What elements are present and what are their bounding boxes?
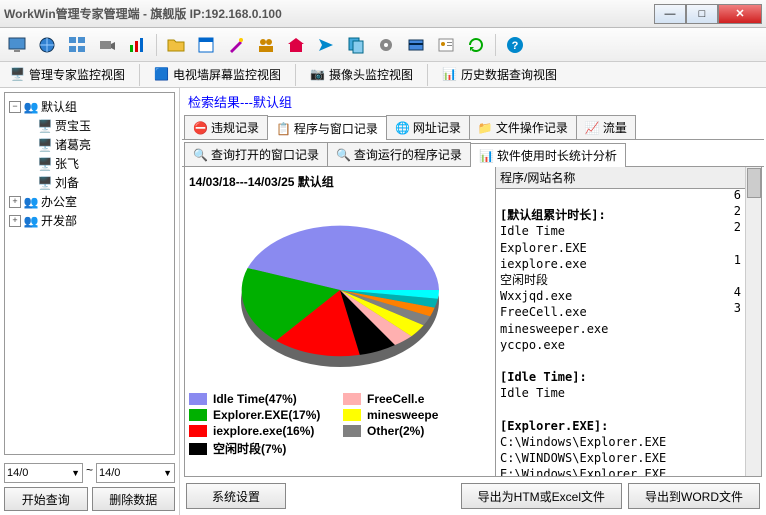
- record-tabs: ⛔违规记录 📋程序与窗口记录 🌐网址记录 📁文件操作记录 📈流量: [182, 113, 764, 140]
- legend-item: FreeCell.e: [343, 392, 491, 406]
- help-icon[interactable]: ?: [502, 32, 528, 58]
- close-button[interactable]: ✕: [718, 4, 762, 24]
- footer-buttons: 系统设置 导出为HTM或Excel文件 导出到WORD文件: [182, 477, 764, 513]
- program-list[interactable]: 程序/网站名称 [默认组累计时长]: Idle Time Explorer.EX…: [495, 167, 761, 476]
- tab-program-window[interactable]: 📋程序与窗口记录: [267, 116, 387, 140]
- main-toolbar: ?: [0, 28, 766, 62]
- tree-user[interactable]: 🖥️贾宝玉: [9, 116, 170, 135]
- tree-user[interactable]: 🖥️刘备: [9, 173, 170, 192]
- camera-icon[interactable]: [94, 32, 120, 58]
- value-column: 6 2 2 1 4 3: [734, 187, 741, 317]
- computer-tree[interactable]: −👥默认组 🖥️贾宝玉 🖥️诸葛亮 🖥️张飞 🖥️刘备 +👥办公室 +👥开发部: [4, 92, 175, 455]
- search-result-line: 检索结果---默认组: [182, 90, 764, 113]
- left-panel: −👥默认组 🖥️贾宝玉 🖥️诸葛亮 🖥️张飞 🖥️刘备 +👥办公室 +👥开发部 …: [0, 88, 180, 515]
- date-from[interactable]: 14/0▼: [4, 463, 83, 483]
- delete-data-button[interactable]: 删除数据: [92, 487, 176, 511]
- legend-item: minesweepe: [343, 408, 491, 422]
- tree-user[interactable]: 🖥️诸葛亮: [9, 135, 170, 154]
- chart-area: 14/03/18---14/03/25 默认组: [185, 167, 495, 476]
- refresh-icon[interactable]: [463, 32, 489, 58]
- monitor-icon[interactable]: [4, 32, 30, 58]
- list-header: 程序/网站名称: [496, 167, 761, 189]
- tab-wall-view[interactable]: 🟦电视墙屏幕监控视图: [148, 64, 287, 85]
- minimize-button[interactable]: —: [654, 4, 686, 24]
- title-bar: WorkWin管理专家管理端 - 旗舰版 IP:192.168.0.100 — …: [0, 0, 766, 28]
- subtab-windows[interactable]: 🔍查询打开的窗口记录: [184, 142, 328, 166]
- table-icon[interactable]: [193, 32, 219, 58]
- vertical-scrollbar[interactable]: [745, 167, 761, 476]
- globe-icon[interactable]: [34, 32, 60, 58]
- right-panel: 检索结果---默认组 ⛔违规记录 📋程序与窗口记录 🌐网址记录 📁文件操作记录 …: [180, 88, 766, 515]
- chart-legend: Idle Time(47%) FreeCell.e Explorer.EXE(1…: [189, 392, 491, 457]
- chart-header: 14/03/18---14/03/25 默认组: [189, 171, 491, 192]
- view-tabs: 🖥️管理专家监控视图 🟦电视墙屏幕监控视图 📷摄像头监控视图 📊历史数据查询视图: [0, 62, 766, 88]
- legend-item: Other(2%): [343, 424, 491, 438]
- legend-item: Idle Time(47%): [189, 392, 337, 406]
- id-icon[interactable]: [433, 32, 459, 58]
- export-htm-excel-button[interactable]: 导出为HTM或Excel文件: [461, 483, 622, 509]
- gear-icon[interactable]: [373, 32, 399, 58]
- tree-group-office[interactable]: +👥办公室: [9, 192, 170, 211]
- tab-admin-view[interactable]: 🖥️管理专家监控视图: [4, 64, 131, 85]
- chart-icon[interactable]: [124, 32, 150, 58]
- maximize-button[interactable]: □: [686, 4, 718, 24]
- legend-item: iexplore.exe(16%): [189, 424, 337, 438]
- system-settings-button[interactable]: 系统设置: [186, 483, 286, 509]
- tree-user[interactable]: 🖥️张飞: [9, 154, 170, 173]
- copy-icon[interactable]: [343, 32, 369, 58]
- people-icon[interactable]: [253, 32, 279, 58]
- tab-file-ops[interactable]: 📁文件操作记录: [469, 115, 577, 139]
- tree-group-default[interactable]: −👥默认组: [9, 97, 170, 116]
- subtab-usage-stats[interactable]: 📊软件使用时长统计分析: [470, 143, 626, 167]
- home-icon[interactable]: [283, 32, 309, 58]
- tab-camera-view[interactable]: 📷摄像头监控视图: [304, 64, 419, 85]
- sub-tabs: 🔍查询打开的窗口记录 🔍查询运行的程序记录 📊软件使用时长统计分析: [182, 140, 764, 167]
- start-query-button[interactable]: 开始查询: [4, 487, 88, 511]
- folder-icon[interactable]: [163, 32, 189, 58]
- legend-item: Explorer.EXE(17%): [189, 408, 337, 422]
- list-body: [默认组累计时长]: Idle Time Explorer.EXE iexplo…: [496, 189, 761, 476]
- window-title: WorkWin管理专家管理端 - 旗舰版 IP:192.168.0.100: [4, 5, 654, 22]
- pie-chart: [230, 202, 450, 382]
- export-word-button[interactable]: 导出到WORD文件: [628, 483, 760, 509]
- card-icon[interactable]: [403, 32, 429, 58]
- tab-history-view[interactable]: 📊历史数据查询视图: [436, 64, 563, 85]
- send-icon[interactable]: [313, 32, 339, 58]
- tab-traffic[interactable]: 📈流量: [576, 115, 636, 139]
- tab-violation[interactable]: ⛔违规记录: [184, 115, 268, 139]
- legend-item: 空闲时段(7%): [189, 440, 337, 457]
- date-separator: ~: [86, 463, 93, 483]
- screens-icon[interactable]: [64, 32, 90, 58]
- subtab-programs[interactable]: 🔍查询运行的程序记录: [327, 142, 471, 166]
- svg-text:?: ?: [512, 40, 519, 52]
- date-to[interactable]: 14/0▼: [96, 463, 175, 483]
- tree-group-dev[interactable]: +👥开发部: [9, 211, 170, 230]
- wand-icon[interactable]: [223, 32, 249, 58]
- tab-url[interactable]: 🌐网址记录: [386, 115, 470, 139]
